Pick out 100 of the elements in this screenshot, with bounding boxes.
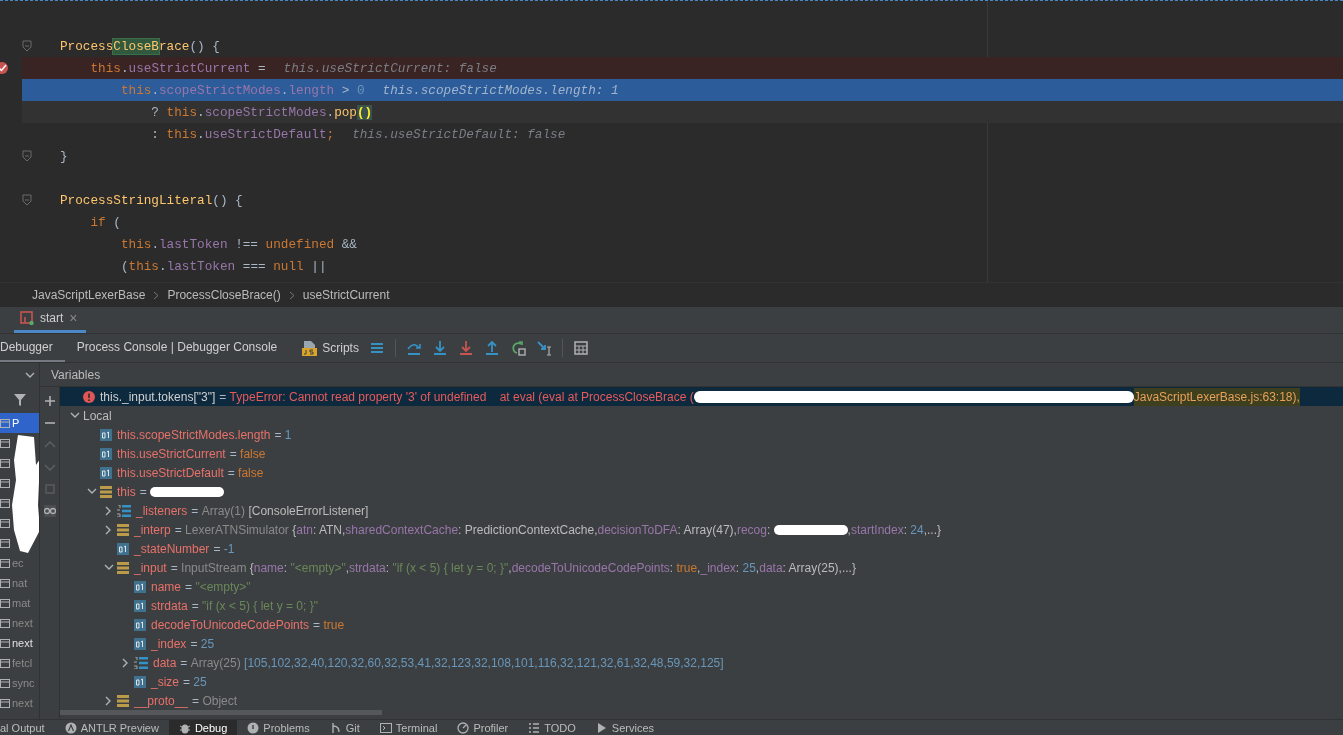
code-text: if ( <box>89 214 121 230</box>
variable-value: = false <box>227 465 264 480</box>
debugger-tab[interactable]: Debugger <box>0 334 65 362</box>
array-icon <box>117 504 131 517</box>
chevron-right-icon[interactable] <box>105 505 112 516</box>
frame-icon <box>0 678 10 688</box>
variable-name: strdata <box>151 598 188 613</box>
variable-value: = true <box>313 617 345 632</box>
array-icon <box>134 656 148 669</box>
code-text: ProcessStringLiteral() { <box>60 192 243 208</box>
js-file-icon <box>301 340 318 356</box>
tool-window-button[interactable]: Profiler <box>447 720 519 735</box>
branch-icon <box>329 721 342 734</box>
frame-item[interactable]: fetcl <box>0 653 39 673</box>
frame-icon <box>0 638 10 648</box>
run-config-icon <box>20 311 34 325</box>
debugger-tab[interactable]: Process Console | Debugger Console <box>64 334 290 362</box>
frame-icon <box>0 698 10 708</box>
variable-value: = "if (x < 5) { let y = 0; }" <box>191 598 318 613</box>
restart-frame-icon[interactable] <box>509 340 526 356</box>
primitive-value-icon <box>134 580 146 593</box>
breadcrumb-item[interactable]: ProcessCloseBrace() <box>167 288 281 302</box>
variable-name: data <box>153 655 177 670</box>
list-icon[interactable] <box>368 340 385 356</box>
frame-icon <box>0 438 10 448</box>
frame-item[interactable]: sync <box>0 673 39 693</box>
run-to-cursor-icon[interactable] <box>535 340 552 356</box>
list-icon <box>528 721 541 734</box>
tool-window-button[interactable]: ANTLR Preview <box>54 720 169 735</box>
tool-window-button[interactable]: Problems <box>237 720 320 735</box>
error-icon <box>83 390 95 403</box>
force-step-into-icon[interactable] <box>457 340 474 356</box>
variable-name: this.scopeStrictModes.length <box>117 427 271 442</box>
primitive-value-icon <box>134 618 146 631</box>
code-text: this.lastToken !== undefined && <box>119 236 357 252</box>
primitive-value-icon <box>117 542 129 555</box>
frame-item[interactable]: next <box>0 633 39 653</box>
object-icon <box>117 561 129 574</box>
variable-name: __proto__ <box>134 693 189 708</box>
chevron-right-icon[interactable] <box>122 657 129 668</box>
step-out-icon[interactable] <box>483 340 500 356</box>
primitive-value-icon <box>134 675 146 688</box>
watches-icon[interactable] <box>43 505 56 517</box>
variable-name: this._input.tokens["3"] <box>100 389 216 404</box>
frame-item[interactable]: mat <box>0 593 39 613</box>
tool-window-button[interactable]: Git <box>319 720 370 735</box>
inline-value-hint: this.useStrictDefault: false <box>352 126 566 142</box>
tool-window-button[interactable]: Services <box>585 720 665 735</box>
filter-icon[interactable] <box>12 393 27 407</box>
variable-value: = Object <box>192 693 238 708</box>
variable-value: = <box>139 484 225 499</box>
object-icon <box>117 523 129 536</box>
frame-item[interactable]: next <box>0 693 39 713</box>
variable-name: _input <box>134 560 167 575</box>
inline-value-hint: this.useStrictCurrent: false <box>283 60 497 76</box>
tool-window-button[interactable]: al Output <box>0 720 55 735</box>
variable-name: _interp <box>134 522 171 537</box>
tool-window-button[interactable]: Terminal <box>369 720 448 735</box>
frame-item[interactable]: ec <box>0 553 39 573</box>
variable-name: _stateNumber <box>134 541 210 556</box>
chevron-right-icon[interactable] <box>105 524 112 535</box>
tool-window-button[interactable]: TODO <box>518 720 586 735</box>
fold-icon[interactable] <box>22 194 32 206</box>
primitive-value-icon <box>100 447 112 460</box>
frame-item[interactable]: next <box>0 613 39 633</box>
frame-icon <box>0 558 10 568</box>
selected-variable-row[interactable]: this._input.tokens["3"] = TypeError: Cannot read property '3' of undefined at eval (eval at ProcessCloseBrace ( JavaScriptLexerBase.js:63:18), <box>60 387 1343 406</box>
fold-icon[interactable] <box>22 150 32 162</box>
scripts-button[interactable]: Scripts <box>301 340 359 356</box>
frame-icon <box>0 458 10 468</box>
calculator-icon[interactable] <box>572 340 589 356</box>
chevron-right-icon[interactable] <box>105 695 112 706</box>
code-text: } <box>60 148 68 164</box>
frame-icon <box>0 578 10 588</box>
close-icon[interactable]: × <box>69 310 78 326</box>
breadcrumb-item[interactable]: JavaScriptLexerBase <box>32 288 146 302</box>
variable-value: = Array(25) [105,102,32,40,120,32,60,32,53,41,32,123,32,108,101,116,32,121,32,61,32,48,59,32,125] <box>180 655 724 670</box>
add-icon[interactable] <box>43 395 56 407</box>
frame-item[interactable]: nat <box>0 573 39 593</box>
chevron-down-icon[interactable] <box>69 412 80 419</box>
variable-value: = "<empty>" <box>185 579 251 594</box>
primitive-value-icon <box>134 637 146 650</box>
step-into-icon[interactable] <box>431 340 448 356</box>
variable-name: _index <box>151 636 187 651</box>
frame-icon <box>0 598 10 608</box>
variable-name: this.useStrictDefault <box>117 465 224 480</box>
chevron-right-icon <box>288 290 295 300</box>
chevron-down-icon[interactable] <box>103 564 114 571</box>
selected-frame-item[interactable]: P <box>0 413 39 433</box>
fold-icon[interactable] <box>22 40 32 52</box>
scope-label: Local <box>83 408 112 423</box>
chevron-down-icon[interactable] <box>86 488 97 495</box>
chevron-down-icon[interactable] <box>25 371 35 379</box>
code-text: (this.lastToken === null || <box>119 258 327 274</box>
run-tab[interactable]: start × <box>14 306 86 333</box>
horizontal-scrollbar[interactable] <box>60 710 382 715</box>
tool-window-button[interactable]: Debug <box>168 720 238 735</box>
breadcrumb-item[interactable]: useStrictCurrent <box>302 288 390 302</box>
variable-name: _listeners <box>136 503 188 518</box>
variable-name: this.useStrictCurrent <box>117 446 226 461</box>
